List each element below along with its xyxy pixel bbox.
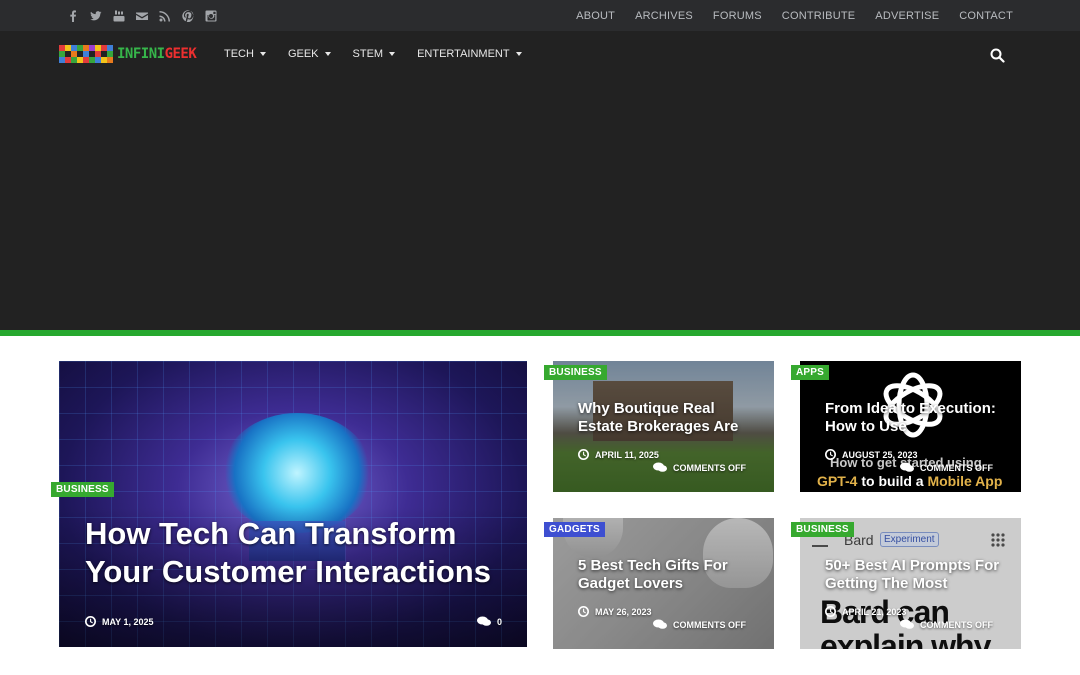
image-caption-mid: to build a <box>857 473 928 489</box>
logo-text-infini: INFINI <box>117 46 165 62</box>
caret-down-icon <box>389 52 396 56</box>
featured-comments[interactable]: 0 <box>477 616 502 627</box>
nav-stem[interactable]: STEM <box>353 48 396 60</box>
pinterest-icon[interactable] <box>181 9 194 22</box>
article-card[interactable]: How to get started using GPT-4 to build … <box>800 361 1021 492</box>
comments-icon <box>477 616 491 626</box>
category-badge[interactable]: GADGETS <box>544 522 605 537</box>
clock-icon <box>825 449 836 460</box>
clock-icon <box>825 606 836 617</box>
twitter-icon[interactable] <box>89 9 102 22</box>
article-comments-text: COMMENTS OFF <box>920 462 993 473</box>
comments-icon <box>653 462 667 472</box>
nav-stem-label: STEM <box>352 48 384 60</box>
topnav-archives[interactable]: ARCHIVES <box>635 10 693 22</box>
topnav-contribute[interactable]: CONTRIBUTE <box>782 10 856 22</box>
featured-category-badge[interactable]: BUSINESS <box>51 482 114 497</box>
topnav-about[interactable]: ABOUT <box>576 10 615 22</box>
caret-down-icon <box>259 52 266 56</box>
nav-tech[interactable]: TECH <box>224 48 266 60</box>
article-comments: COMMENTS OFF <box>900 462 993 473</box>
nav-geek-label: GEEK <box>287 48 319 60</box>
clock-icon <box>85 616 96 627</box>
article-comments-text: COMMENTS OFF <box>673 462 746 473</box>
featured-title[interactable]: How Tech Can Transform Your Customer Int… <box>85 515 505 591</box>
comments-icon <box>900 462 914 472</box>
top-nav: ABOUT ARCHIVES FORUMS CONTRIBUTE ADVERTI… <box>576 0 1013 31</box>
topnav-contact[interactable]: CONTACT <box>959 10 1013 22</box>
nav-tech-label: TECH <box>224 48 254 60</box>
logo-text: INFINIGEEK <box>117 46 197 62</box>
article-title[interactable]: 50+ Best AI Prompts For Getting The Most <box>825 557 1010 593</box>
site-header: INFINIGEEK TECH GEEK STEM ENTERTAINMENT <box>0 31 1080 330</box>
category-badge[interactable]: APPS <box>791 365 830 380</box>
clock-icon <box>578 449 589 460</box>
article-date: MAY 26, 2023 <box>578 606 652 617</box>
youtube-icon[interactable] <box>112 9 125 22</box>
article-title[interactable]: Why Boutique Real Estate Brokerages Are <box>578 400 763 436</box>
article-date-text: AUGUST 25, 2023 <box>842 449 918 460</box>
email-icon[interactable] <box>135 9 148 22</box>
main-nav: TECH GEEK STEM ENTERTAINMENT <box>224 45 522 63</box>
featured-article-card[interactable]: How Tech Can Transform Your Customer Int… <box>59 361 527 647</box>
rss-icon[interactable] <box>158 9 171 22</box>
article-comments-text: COMMENTS OFF <box>673 619 746 630</box>
logo-text-geek: GEEK <box>164 46 197 62</box>
article-title[interactable]: 5 Best Tech Gifts For Gadget Lovers <box>578 557 763 593</box>
nav-geek[interactable]: GEEK <box>288 48 331 60</box>
article-card[interactable]: Bard Experiment Bard can explain why 50+… <box>800 518 1021 649</box>
instagram-icon[interactable] <box>204 9 217 22</box>
category-badge[interactable]: BUSINESS <box>544 365 607 380</box>
article-title[interactable]: From Idea to Execution: How to Use <box>825 400 1010 436</box>
featured-date-text: MAY 1, 2025 <box>102 616 154 627</box>
site-logo[interactable]: INFINIGEEK <box>59 45 197 63</box>
topnav-forums[interactable]: FORUMS <box>713 10 762 22</box>
social-links <box>66 0 217 31</box>
article-date: APRIL 21, 2023 <box>825 606 906 617</box>
featured-comments-count: 0 <box>497 616 503 627</box>
topnav-advertise[interactable]: ADVERTISE <box>875 10 939 22</box>
article-date-text: APRIL 11, 2025 <box>595 449 659 460</box>
facebook-icon[interactable] <box>66 9 79 22</box>
header-accent-line <box>0 330 1080 336</box>
article-comments: COMMENTS OFF <box>653 619 746 630</box>
image-caption-gpt4: GPT-4 <box>817 473 858 489</box>
clock-icon <box>578 606 589 617</box>
search-icon[interactable] <box>990 48 1005 63</box>
image-caption-line2: GPT-4 to build a Mobile App <box>817 473 1002 489</box>
nav-entertainment[interactable]: ENTERTAINMENT <box>417 48 522 60</box>
article-date-text: MAY 26, 2023 <box>595 606 652 617</box>
featured-date: MAY 1, 2025 <box>85 616 154 627</box>
comments-icon <box>653 619 667 629</box>
article-comments: COMMENTS OFF <box>653 462 746 473</box>
article-comments: COMMENTS OFF <box>900 619 993 630</box>
comments-icon <box>900 619 914 629</box>
article-comments-text: COMMENTS OFF <box>920 619 993 630</box>
caret-down-icon <box>515 52 522 56</box>
article-date-text: APRIL 21, 2023 <box>842 606 907 617</box>
article-date: APRIL 11, 2025 <box>578 449 659 460</box>
logo-blocks <box>59 45 113 63</box>
category-badge[interactable]: BUSINESS <box>791 522 854 537</box>
article-card[interactable]: 5 Best Tech Gifts For Gadget Lovers MAY … <box>553 518 774 649</box>
article-card[interactable]: Why Boutique Real Estate Brokerages Are … <box>553 361 774 492</box>
nav-entertainment-label: ENTERTAINMENT <box>417 48 510 60</box>
article-date: AUGUST 25, 2023 <box>825 449 918 460</box>
image-caption-mobile-app: Mobile App <box>927 473 1003 489</box>
caret-down-icon <box>324 52 331 56</box>
top-bar: ABOUT ARCHIVES FORUMS CONTRIBUTE ADVERTI… <box>0 0 1080 31</box>
